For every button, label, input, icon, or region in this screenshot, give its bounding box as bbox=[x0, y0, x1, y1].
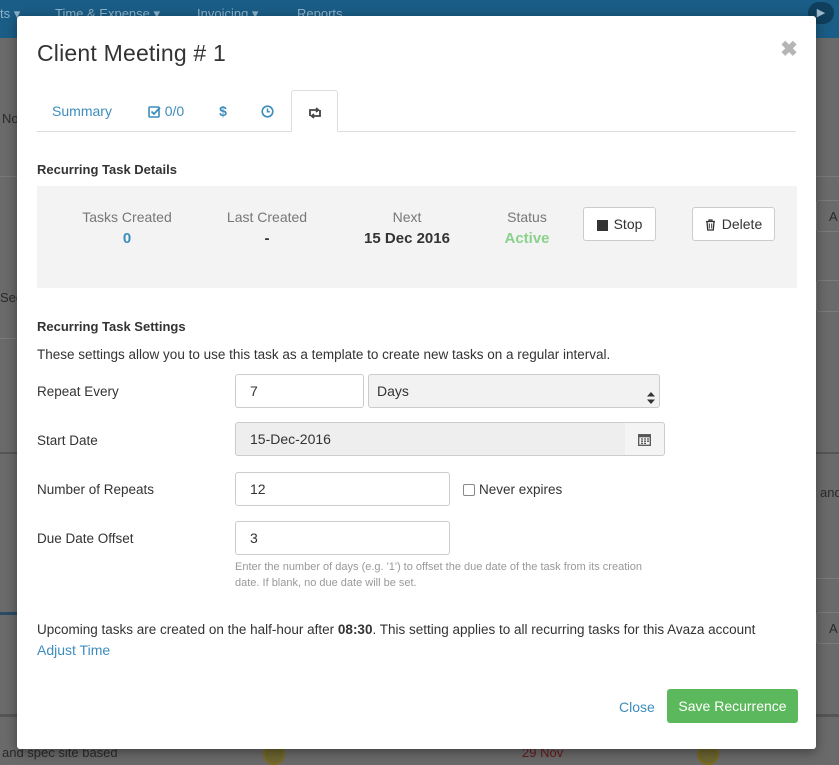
settings-section-title: Recurring Task Settings bbox=[37, 319, 186, 334]
tab-recurrence[interactable] bbox=[291, 90, 338, 132]
bg-divider bbox=[816, 452, 839, 454]
tab-summary[interactable]: Summary bbox=[37, 90, 127, 132]
number-of-repeats-input[interactable] bbox=[235, 472, 450, 506]
modal-title: Client Meeting # 1 bbox=[37, 40, 226, 66]
tasks-created-label: Tasks Created bbox=[82, 209, 172, 225]
tab-summary-label: Summary bbox=[52, 103, 112, 119]
never-expires-checkbox[interactable] bbox=[463, 484, 475, 496]
bg-fragment: A bbox=[829, 209, 838, 224]
start-date-input[interactable] bbox=[235, 422, 626, 456]
status-badge: Active bbox=[504, 230, 550, 247]
bg-divider bbox=[0, 714, 17, 717]
settings-description: These settings allow you to use this tas… bbox=[37, 347, 611, 362]
calendar-icon bbox=[638, 433, 651, 451]
due-date-offset-help: Enter the number of days (e.g. '1') to o… bbox=[235, 561, 642, 589]
tab-expense[interactable]: $ bbox=[203, 90, 243, 132]
tab-checklist[interactable]: 0/0 bbox=[133, 90, 199, 132]
schedule-note-suffix: . This setting applies to all recurring … bbox=[372, 622, 756, 637]
start-date-label: Start Date bbox=[37, 433, 98, 448]
recurring-task-modal: Client Meeting # 1 ✖ Summary 0/0 $ Recur… bbox=[17, 16, 816, 749]
number-of-repeats-label: Number of Repeats bbox=[37, 482, 155, 497]
dollar-icon: $ bbox=[219, 103, 227, 119]
retweet-icon bbox=[307, 104, 323, 120]
bg-box bbox=[816, 280, 839, 312]
last-created-label: Last Created bbox=[226, 209, 308, 225]
close-icon[interactable]: ✖ bbox=[779, 39, 799, 60]
details-section-title: Recurring Task Details bbox=[37, 162, 177, 177]
bg-divider bbox=[816, 714, 839, 717]
due-date-offset-label: Due Date Offset bbox=[37, 531, 134, 546]
schedule-note-prefix: Upcoming tasks are created on the half-h… bbox=[37, 622, 338, 637]
status-label: Status bbox=[507, 209, 547, 225]
details-panel: Tasks Created 0 Last Created - Next 15 D… bbox=[37, 186, 797, 288]
next-value: 15 Dec 2016 bbox=[364, 230, 450, 247]
repeat-every-label: Repeat Every bbox=[37, 384, 119, 399]
last-created-value: - bbox=[264, 230, 270, 247]
repeat-every-input[interactable] bbox=[235, 374, 364, 408]
delete-button-label: Delete bbox=[721, 216, 763, 232]
delete-button[interactable]: Delete bbox=[692, 207, 775, 241]
save-recurrence-button[interactable]: Save Recurrence bbox=[667, 689, 798, 723]
bg-fragment: A bbox=[829, 621, 838, 636]
checkbox-icon bbox=[148, 103, 165, 119]
bg-divider bbox=[0, 612, 17, 615]
bg-divider bbox=[816, 578, 839, 579]
trash-icon bbox=[705, 210, 716, 242]
modal-tabs: Summary 0/0 $ bbox=[37, 90, 796, 132]
schedule-note-time: 08:30 bbox=[337, 622, 373, 637]
bg-divider bbox=[816, 176, 839, 177]
tab-timesheet[interactable] bbox=[247, 90, 287, 132]
clock-icon bbox=[260, 103, 274, 119]
next-label: Next bbox=[392, 209, 422, 225]
tasks-created-value: 0 bbox=[122, 230, 132, 247]
repeat-unit-select[interactable]: Days bbox=[368, 374, 660, 408]
stop-icon bbox=[596, 210, 608, 242]
stop-button-label: Stop bbox=[613, 216, 643, 232]
tab-checklist-label: 0/0 bbox=[164, 103, 185, 119]
calendar-button[interactable] bbox=[625, 422, 665, 456]
due-date-offset-input[interactable] bbox=[235, 521, 450, 555]
adjust-time-link[interactable]: Adjust Time bbox=[37, 642, 110, 658]
bg-divider bbox=[0, 338, 17, 339]
repeat-unit-value: Days bbox=[377, 383, 409, 399]
bg-divider bbox=[0, 452, 17, 454]
never-expires-label: Never expires bbox=[479, 482, 563, 497]
schedule-note: Upcoming tasks are created on the half-h… bbox=[37, 622, 755, 637]
bg-divider bbox=[0, 176, 17, 177]
stop-button[interactable]: Stop bbox=[583, 207, 656, 241]
select-arrows-icon bbox=[647, 384, 655, 404]
bg-fragment: and bbox=[820, 485, 839, 500]
close-button[interactable]: Close bbox=[619, 699, 655, 715]
